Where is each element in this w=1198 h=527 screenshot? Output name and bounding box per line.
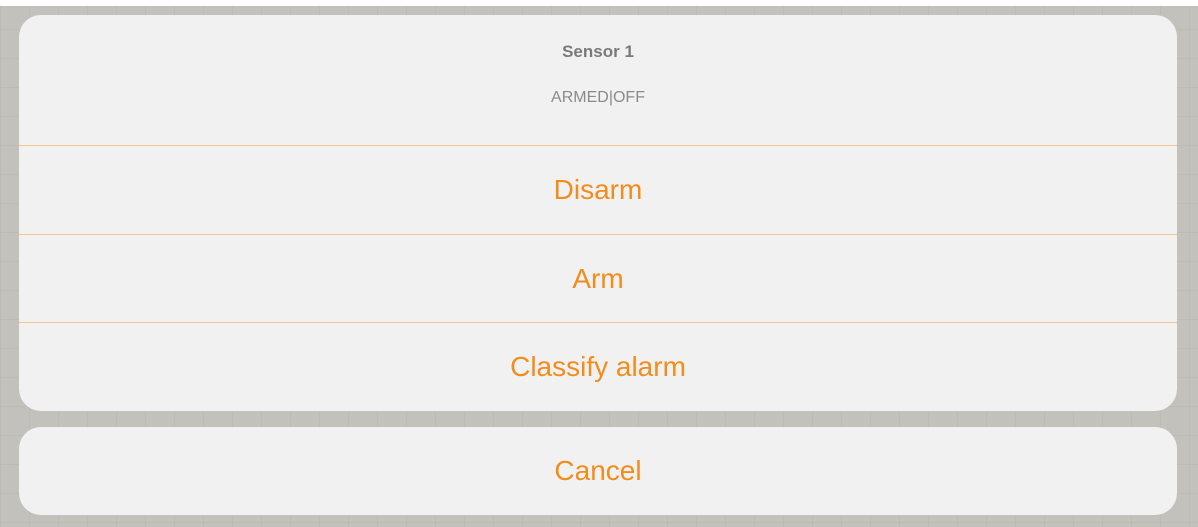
sensor-title: Sensor 1 [562, 42, 634, 61]
arm-button[interactable]: Arm [19, 234, 1177, 322]
top-edge [0, 0, 1198, 6]
action-sheet-header: Sensor 1 ARMED|OFF [19, 15, 1177, 146]
cancel-button[interactable]: Cancel [19, 427, 1177, 515]
sensor-status: ARMED|OFF [551, 89, 645, 106]
action-sheet: Sensor 1 ARMED|OFF Disarm Arm Classify a… [19, 15, 1177, 411]
classify-alarm-button[interactable]: Classify alarm [19, 322, 1177, 410]
disarm-button[interactable]: Disarm [19, 146, 1177, 234]
